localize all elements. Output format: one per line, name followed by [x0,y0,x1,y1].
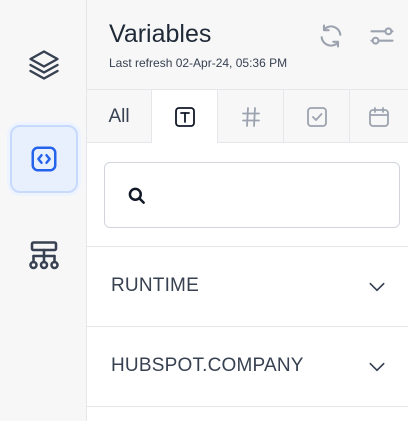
chevron-down-icon [369,362,385,372]
tab-date[interactable] [350,90,408,143]
type-filter-tabs: All [87,90,408,143]
sidebar-item-variables[interactable] [0,122,87,196]
section-hubspot-company[interactable]: HUBSPOT.COMPANY [87,326,408,406]
tab-text[interactable] [152,90,218,143]
last-refresh-text: Last refresh 02-Apr-24, 05:36 PM [109,56,288,70]
search-input[interactable] [157,177,387,215]
refresh-button[interactable] [317,22,345,50]
filter-settings-button[interactable] [368,22,396,50]
number-hash-icon [241,106,260,127]
search-icon [128,187,145,204]
section-label: HUBSPOT.COMPANY [111,355,304,376]
code-brackets-icon [31,146,56,172]
tab-number[interactable] [218,90,284,143]
sidebar-active-highlight [9,125,78,193]
tab-boolean[interactable] [284,90,350,143]
panel-header: Variables Last refresh 02-Apr-24, 05:36 … [87,0,408,90]
checkbox-icon [306,106,327,127]
sidebar-item-flow[interactable] [0,219,87,293]
search-box[interactable] [104,162,400,228]
sidebar-item-layers[interactable] [0,28,87,102]
text-type-icon [174,106,195,127]
variables-panel: Variables Last refresh 02-Apr-24, 05:36 … [87,0,408,421]
flow-tree-icon [28,241,59,270]
layers-icon [28,50,59,80]
tab-all[interactable]: All [87,90,152,143]
filter-sliders-icon [370,27,394,45]
left-rail [0,0,87,421]
page-title: Variables [109,20,212,48]
section-label: RUNTIME [111,275,199,296]
calendar-icon [369,106,389,127]
section-runtime[interactable]: RUNTIME [87,246,408,326]
refresh-icon [320,24,342,48]
section-divider [87,406,408,407]
chevron-down-icon [369,282,385,292]
